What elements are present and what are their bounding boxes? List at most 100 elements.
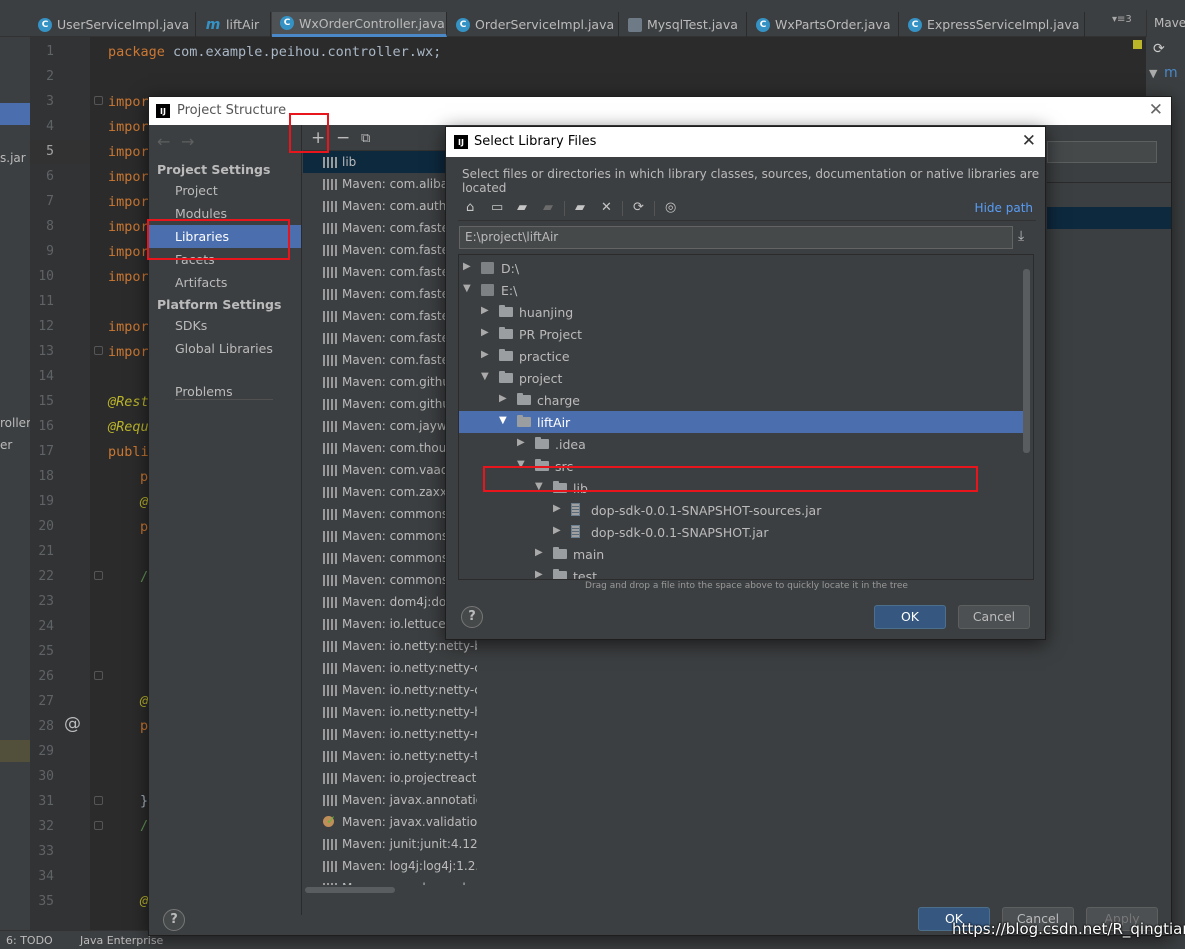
collapse-arrow-icon[interactable]: ▼ [481, 371, 489, 382]
back-arrow-icon[interactable]: ← [157, 132, 170, 151]
code-comment-33[interactable]: / [140, 818, 148, 834]
expand-arrow-icon[interactable]: ▶ [463, 261, 471, 272]
library-item[interactable]: Maven: junit:junit:4.12 [303, 833, 477, 855]
refresh-icon[interactable]: ⟳ [633, 200, 644, 215]
ok-button[interactable]: OK [874, 605, 946, 629]
library-item[interactable]: Maven: io.netty:netty-hand [303, 701, 477, 723]
file-tree-node[interactable]: ▼ liftAir [459, 411, 1023, 433]
project-tree-controller-label[interactable]: roller [0, 416, 31, 430]
expand-arrow-icon[interactable]: ▶ [499, 393, 507, 404]
file-tree-node[interactable]: ▼ project [459, 367, 1023, 389]
libraries-hscrollbar[interactable] [303, 885, 477, 895]
close-icon[interactable]: ✕ [1149, 100, 1163, 120]
import-line[interactable]: impor [108, 319, 149, 335]
tab-overflow-button[interactable]: ▾≡3 [1112, 14, 1132, 25]
editor-tab[interactable]: CWxPartsOrder.java✕ [748, 12, 899, 37]
maven-module-icon[interactable]: m [1164, 65, 1178, 81]
collapse-arrow-icon[interactable]: ▼ [499, 415, 507, 426]
file-tree[interactable]: ▶ D:\ ▼ E:\ ▶ huanjing ▶ PR Project ▶ practice ▼ pr… [458, 254, 1034, 580]
nav-item-global-libraries[interactable]: Global Libraries [149, 337, 301, 360]
import-line[interactable]: impor [108, 119, 149, 135]
download-path-icon[interactable]: ⤓ [1018, 228, 1024, 244]
code-p-21[interactable]: p [140, 519, 148, 535]
library-item[interactable]: Maven: io.netty:netty-com [303, 679, 477, 701]
fold-marker-icon[interactable] [94, 96, 103, 105]
fold-marker-icon[interactable] [94, 671, 103, 680]
expand-arrow-icon[interactable]: ▶ [553, 503, 561, 514]
library-item[interactable]: Maven: io.netty:netty-trans [303, 745, 477, 767]
show-hidden-icon[interactable]: ◎ [665, 200, 676, 215]
libraries-hscroll-thumb[interactable] [305, 887, 395, 893]
import-line[interactable]: impor [108, 269, 149, 285]
expand-arrow-icon[interactable]: ▶ [553, 525, 561, 536]
expand-arrow-icon[interactable]: ▶ [481, 349, 489, 360]
project-tree-jar-label[interactable]: s.jar [0, 151, 26, 165]
file-tree-node[interactable]: ▶ D:\ [459, 257, 1023, 279]
code-brace-32[interactable]: } [140, 793, 148, 809]
library-item[interactable]: Maven: javax.validation:va [303, 811, 477, 833]
expand-arrow-icon[interactable]: ▼ [1149, 67, 1157, 80]
fold-marker-icon[interactable] [94, 571, 103, 580]
library-item[interactable]: Maven: io.netty:netty-reso [303, 723, 477, 745]
library-name-field[interactable] [1047, 141, 1157, 163]
code-line-1[interactable]: package com.example.peihou.controller.wx… [108, 44, 441, 60]
fold-marker-icon[interactable] [94, 346, 103, 355]
code-at-20[interactable]: @ [140, 494, 148, 510]
nav-item-project[interactable]: Project [149, 179, 301, 202]
code-at-28[interactable]: @ [140, 693, 148, 709]
collapse-arrow-icon[interactable]: ▼ [463, 283, 471, 294]
import-line[interactable]: impor [108, 219, 149, 235]
project-tree-er-label[interactable]: er [0, 438, 12, 452]
file-tree-node[interactable]: ▶ dop-sdk-0.0.1-SNAPSHOT-sources.jar [459, 499, 1023, 521]
path-input[interactable]: E:\project\liftAir [459, 226, 1013, 249]
code-at-36[interactable]: @ [140, 893, 148, 909]
file-tree-node[interactable]: ▼ E:\ [459, 279, 1023, 301]
copy-library-icon[interactable]: ⧉ [361, 131, 370, 146]
code-annotation-rest[interactable]: @Rest [108, 394, 149, 410]
help-button[interactable]: ? [461, 606, 483, 628]
import-line[interactable]: impor [108, 169, 149, 185]
refresh-icon[interactable]: ⟳ [1153, 41, 1165, 57]
detail-selected-row[interactable] [1047, 207, 1171, 229]
library-item[interactable]: Maven: log4j:log4j:1.2.17 [303, 855, 477, 877]
code-comment-23[interactable]: / [140, 569, 148, 585]
delete-icon[interactable]: ✕ [601, 200, 612, 215]
editor-tab[interactable]: MysqlTest.java✕ [620, 12, 747, 37]
file-tree-node[interactable]: ▶ .idea [459, 433, 1023, 455]
cancel-button[interactable]: Cancel [958, 605, 1030, 629]
module-folder-icon[interactable]: ▰ [543, 200, 553, 215]
inspection-indicator[interactable] [1133, 40, 1142, 49]
project-selected-row[interactable] [0, 103, 30, 125]
expand-arrow-icon[interactable]: ▶ [481, 327, 489, 338]
home-icon[interactable]: ⌂ [466, 200, 474, 215]
code-public[interactable]: publi [108, 444, 149, 460]
file-tree-node[interactable]: ▶ dop-sdk-0.0.1-SNAPSHOT.jar [459, 521, 1023, 543]
library-item[interactable]: Maven: io.projectreactor:r [303, 767, 477, 789]
import-line[interactable]: impor [108, 244, 149, 260]
code-p-19[interactable]: p [140, 469, 148, 485]
fold-marker-icon[interactable] [94, 821, 103, 830]
file-tree-node[interactable]: ▶ main [459, 543, 1023, 565]
expand-arrow-icon[interactable]: ▶ [517, 437, 525, 448]
import-line[interactable]: impor [108, 194, 149, 210]
editor-tab[interactable]: CExpressServiceImpl.java✕ [900, 12, 1085, 37]
editor-tab[interactable]: COrderServiceImpl.java✕ [448, 12, 619, 37]
forward-arrow-icon[interactable]: → [181, 132, 194, 151]
remove-library-icon[interactable]: − [336, 128, 350, 148]
new-folder-icon[interactable]: ▰ [575, 200, 585, 215]
file-tree-node[interactable]: ▶ charge [459, 389, 1023, 411]
nav-item-sdks[interactable]: SDKs [149, 314, 301, 337]
desktop-icon[interactable]: ▭ [491, 200, 503, 215]
editor-tab[interactable]: m liftAir ✕ [197, 12, 271, 37]
fold-marker-icon[interactable] [94, 796, 103, 805]
import-line[interactable]: impor [108, 94, 149, 110]
file-tree-node[interactable]: ▶ PR Project [459, 323, 1023, 345]
maven-tool-tab[interactable]: Maven [1146, 10, 1185, 37]
hide-path-link[interactable]: Hide path [975, 201, 1033, 215]
code-annotation-request[interactable]: @Requ [108, 419, 149, 435]
project-folder-icon[interactable]: ▰ [517, 200, 527, 215]
file-tree-scrollbar[interactable] [1023, 269, 1030, 453]
library-item[interactable]: Maven: javax.annotation:j [303, 789, 477, 811]
file-tree-node[interactable]: ▶ test [459, 565, 1023, 579]
file-tree-node[interactable]: ▶ practice [459, 345, 1023, 367]
